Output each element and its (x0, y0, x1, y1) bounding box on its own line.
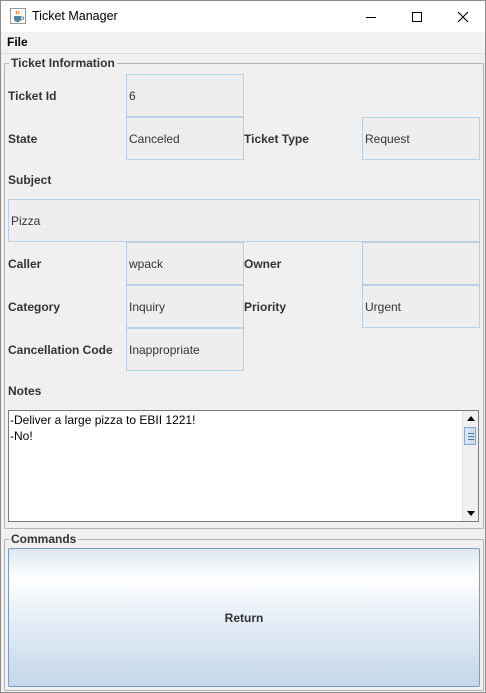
ticket-type-value: Request (365, 131, 410, 146)
priority-label: Priority (244, 300, 287, 314)
caller-field[interactable]: wpack (126, 242, 244, 285)
minimize-icon (366, 16, 376, 18)
ticket-id-value: 6 (129, 88, 136, 103)
owner-field[interactable] (362, 242, 480, 285)
cancellation-code-label: Cancellation Code (8, 343, 113, 357)
priority-field[interactable]: Urgent (362, 285, 480, 328)
subject-label: Subject (8, 173, 52, 187)
notes-textarea[interactable]: -Deliver a large pizza to EBII 1221! -No… (8, 410, 479, 522)
close-button[interactable] (440, 1, 486, 32)
notes-text: -Deliver a large pizza to EBII 1221! -No… (10, 413, 196, 443)
arrow-down-icon (466, 511, 475, 516)
menu-bar: File (1, 32, 485, 54)
priority-value: Urgent (365, 299, 402, 314)
maximize-button[interactable] (394, 1, 440, 32)
ticket-information-legend: Ticket Information (9, 56, 117, 70)
owner-label: Owner (244, 257, 282, 271)
caller-label: Caller (8, 257, 42, 271)
scroll-thumb[interactable] (464, 427, 476, 445)
cancellation-code-field[interactable]: Inappropriate (126, 328, 244, 371)
scroll-up-arrow[interactable] (463, 411, 478, 426)
ticket-id-label: Ticket Id (8, 89, 57, 103)
ticket-id-field[interactable]: 6 (126, 74, 244, 117)
commands-legend: Commands (9, 532, 79, 546)
title-bar[interactable]: Ticket Manager (1, 1, 485, 32)
window-title: Ticket Manager (32, 9, 118, 23)
notes-scrollbar[interactable] (462, 411, 478, 521)
category-value: Inquiry (129, 299, 166, 314)
category-field[interactable]: Inquiry (126, 285, 244, 328)
menu-file[interactable]: File (7, 35, 28, 49)
arrow-up-icon (466, 416, 475, 421)
java-cup-icon (10, 8, 26, 24)
ticket-manager-window: Ticket Manager File Ticket Information T… (0, 0, 486, 693)
subject-value: Pizza (11, 213, 41, 228)
state-value: Canceled (129, 131, 180, 146)
notes-label: Notes (8, 384, 42, 398)
category-label: Category (8, 300, 61, 314)
cancellation-code-value: Inappropriate (129, 342, 200, 357)
state-label: State (8, 132, 38, 146)
state-field[interactable]: Canceled (126, 117, 244, 160)
close-icon (457, 11, 469, 22)
ticket-type-label: Ticket Type (244, 132, 309, 146)
return-button[interactable]: Return (8, 548, 480, 687)
ticket-type-field[interactable]: Request (362, 117, 480, 160)
minimize-button[interactable] (348, 1, 394, 32)
return-button-label: Return (224, 610, 264, 625)
scroll-down-arrow[interactable] (463, 506, 478, 521)
subject-field[interactable]: Pizza (8, 199, 480, 242)
caller-value: wpack (129, 256, 164, 271)
maximize-icon (412, 11, 422, 22)
